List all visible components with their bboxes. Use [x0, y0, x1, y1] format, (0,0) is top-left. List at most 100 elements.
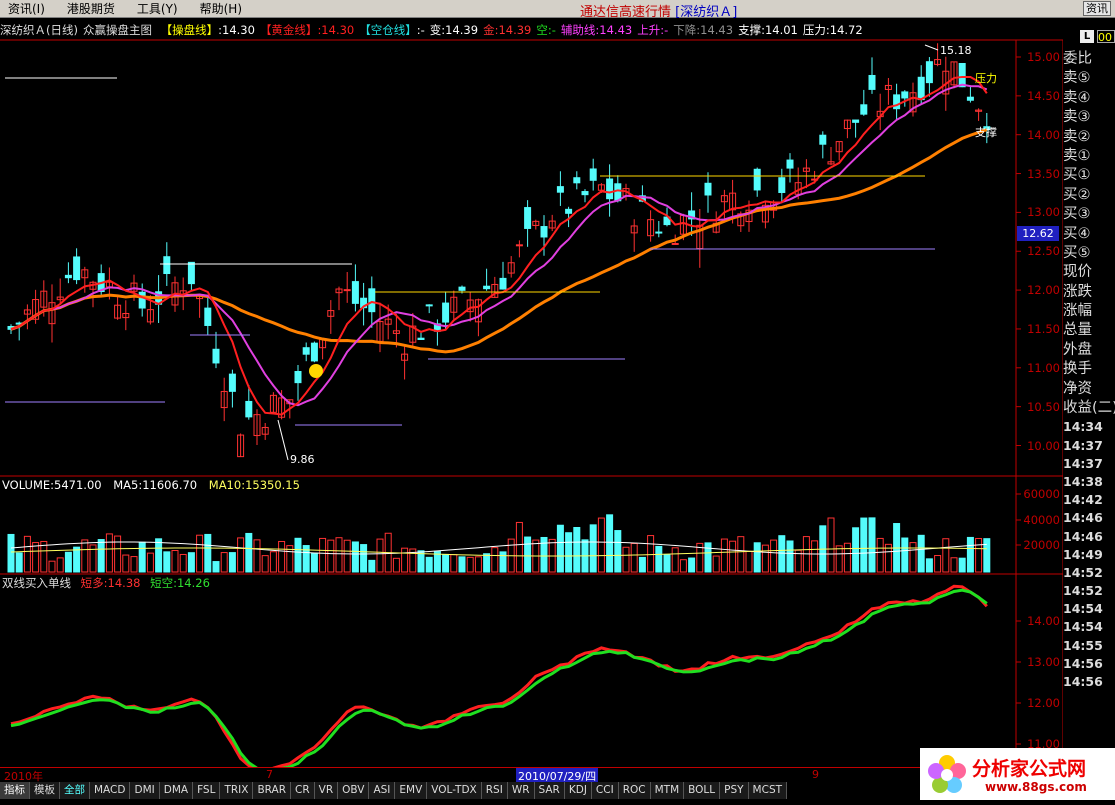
- info-corner-button[interactable]: 资讯: [1083, 1, 1111, 16]
- kline-chart[interactable]: 15.18 9.86 压力支撑: [0, 0, 1063, 767]
- quote-label: 委比: [1063, 51, 1092, 67]
- quote-label: 卖④: [1063, 89, 1091, 106]
- volume-bar: [269, 551, 277, 573]
- info-value: :-: [416, 23, 425, 37]
- volume-value: VOLUME:5471.00: [2, 478, 102, 492]
- tab-fsl[interactable]: FSL: [193, 782, 221, 799]
- quote-label: 买⑤: [1063, 244, 1091, 261]
- volume-bar: [761, 544, 769, 573]
- trade-time: 14:52: [1063, 564, 1103, 580]
- trade-time: 14:52: [1063, 583, 1103, 599]
- axis-tick-label: 10.00: [1027, 438, 1060, 453]
- volume-bar: [909, 542, 917, 573]
- tab-rsi[interactable]: RSI: [481, 782, 508, 799]
- volume-bar: [975, 537, 983, 573]
- level-button[interactable]: L: [1080, 30, 1094, 43]
- volume-bar: [622, 546, 630, 573]
- candle-body: [163, 256, 171, 275]
- volume-bar: [573, 527, 581, 573]
- volume-bar: [450, 554, 458, 573]
- info-label: 【黄金线】: [259, 23, 318, 37]
- indicator-long: 短多:14.38: [80, 576, 141, 590]
- tab-trix[interactable]: TRIX: [220, 782, 254, 799]
- tab-boll[interactable]: BOLL: [684, 782, 721, 799]
- tab-mtm[interactable]: MTM: [650, 782, 685, 799]
- candle-body: [343, 289, 351, 292]
- axis-tick-label: 13.00: [1027, 655, 1060, 669]
- tab-dma[interactable]: DMA: [159, 782, 194, 799]
- volume-bar: [392, 557, 400, 573]
- tab-voltdx[interactable]: VOL-TDX: [427, 782, 482, 799]
- axis-tick-label: 12.00: [1027, 696, 1060, 710]
- volume-bar: [196, 534, 204, 573]
- stock-name: 深纺织Ａ(日线): [0, 23, 78, 37]
- tab-[interactable]: 指标: [0, 782, 30, 799]
- watermark-url: www.88gs.com: [985, 780, 1087, 794]
- volume-bar: [15, 552, 23, 573]
- tab-vr[interactable]: VR: [314, 782, 339, 799]
- candle-body: [786, 159, 794, 169]
- candle-body: [819, 134, 827, 145]
- volume-bar: [925, 558, 933, 573]
- candle-body: [753, 168, 761, 191]
- trade-time: 14:46: [1063, 528, 1103, 544]
- volume-bar: [565, 532, 573, 573]
- tab-[interactable]: 模板: [30, 782, 60, 799]
- tab-asi[interactable]: ASI: [369, 782, 396, 799]
- trade-time: 14:42: [1063, 492, 1103, 508]
- volume-bar: [720, 538, 728, 573]
- tab-brar[interactable]: BRAR: [253, 782, 291, 799]
- ma-long-line: [10, 128, 988, 354]
- info-label: 下降:: [673, 23, 701, 37]
- indicator-info-bar: 深纺织Ａ(日线) 众赢操盘主图 【操盘线】:14.30 【黄金线】:14.30 【空仓…: [0, 22, 868, 38]
- stock-code-button[interactable]: 00: [1097, 30, 1115, 44]
- tab-[interactable]: 全部: [60, 782, 90, 799]
- axis-tick-label: 14.50: [1027, 88, 1060, 103]
- tab-cr[interactable]: CR: [291, 782, 315, 799]
- volume-bar: [335, 537, 343, 573]
- tab-psy[interactable]: PSY: [720, 782, 749, 799]
- candle-body: [901, 91, 909, 99]
- tab-dmi[interactable]: DMI: [130, 782, 160, 799]
- tab-emv[interactable]: EMV: [395, 782, 428, 799]
- candle-body: [917, 76, 925, 101]
- info-value: 14.43: [599, 23, 633, 37]
- volume-bar: [778, 535, 786, 573]
- axis-tick-label: 10.50: [1027, 399, 1060, 414]
- volume-bar: [163, 551, 171, 573]
- tab-roc[interactable]: ROC: [618, 782, 651, 799]
- axis-tick-label: 13.50: [1027, 166, 1060, 181]
- tab-cci[interactable]: CCI: [591, 782, 619, 799]
- volume-bar: [278, 540, 286, 573]
- quote-label: 买④: [1063, 225, 1091, 242]
- candle-body: [868, 74, 876, 90]
- volume-bar: [122, 554, 130, 573]
- candle-body: [958, 62, 966, 88]
- tab-sar[interactable]: SAR: [534, 782, 565, 799]
- volume-bar: [950, 557, 958, 573]
- candle-body: [442, 302, 450, 323]
- tab-wr[interactable]: WR: [507, 782, 535, 799]
- volume-bar: [753, 542, 761, 573]
- low-price-label: 9.86: [290, 453, 315, 466]
- candle-body: [589, 168, 597, 181]
- info-label: 金:: [483, 23, 499, 37]
- tab-mcst[interactable]: MCST: [748, 782, 788, 799]
- tab-kdj[interactable]: KDJ: [564, 782, 592, 799]
- quote-label: 卖②: [1063, 128, 1091, 145]
- volume-bar: [56, 557, 64, 573]
- tab-macd[interactable]: MACD: [90, 782, 131, 799]
- tab-obv[interactable]: OBV: [338, 782, 370, 799]
- volume-bar: [237, 537, 245, 573]
- candle-body: [556, 186, 564, 193]
- volume-bar: [786, 540, 794, 573]
- quote-label: 买①: [1063, 167, 1091, 184]
- volume-bar: [663, 554, 671, 573]
- volume-bar: [647, 535, 655, 573]
- candle-body: [73, 256, 81, 281]
- info-label: 支撑:: [738, 23, 765, 37]
- volume-bar: [737, 536, 745, 573]
- candle-body: [212, 348, 220, 364]
- candle-body: [966, 96, 974, 101]
- volume-bar: [597, 517, 605, 573]
